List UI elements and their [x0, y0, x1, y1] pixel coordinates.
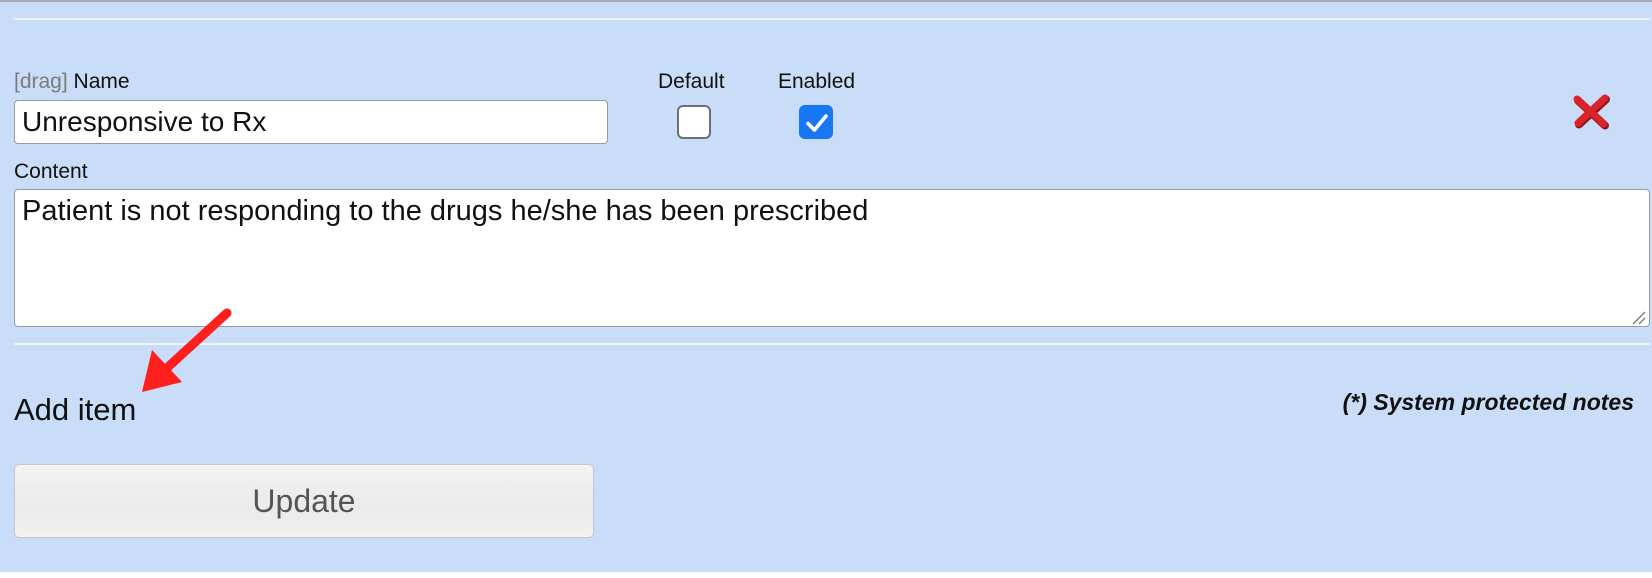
- content-label: Content: [14, 160, 88, 183]
- name-label-text: Name: [73, 70, 130, 93]
- system-protected-note: (*) System protected notes: [1342, 389, 1634, 415]
- default-label: Default: [658, 70, 725, 93]
- default-checkbox[interactable]: [677, 105, 711, 139]
- enabled-label: Enabled: [778, 70, 856, 93]
- checkmark-icon: [806, 114, 828, 132]
- panel-top-border: [0, 0, 1652, 2]
- enabled-checkbox[interactable]: [799, 105, 833, 139]
- drag-handle[interactable]: [drag]: [14, 70, 68, 93]
- annotation-arrow-icon: [142, 308, 232, 392]
- divider-top: [14, 18, 1650, 20]
- name-field-label: [drag] Name: [14, 70, 130, 94]
- delete-x-icon[interactable]: [1570, 90, 1612, 132]
- note-item-panel: [drag] Name Default Enabled Content Pati…: [0, 0, 1652, 572]
- resize-grip-icon[interactable]: [1630, 309, 1646, 325]
- content-textarea[interactable]: Patient is not responding to the drugs h…: [14, 189, 1650, 327]
- name-input[interactable]: [14, 100, 608, 144]
- update-button[interactable]: Update: [14, 464, 594, 538]
- divider-bottom: [14, 343, 1650, 345]
- add-item-link[interactable]: Add item: [14, 392, 136, 428]
